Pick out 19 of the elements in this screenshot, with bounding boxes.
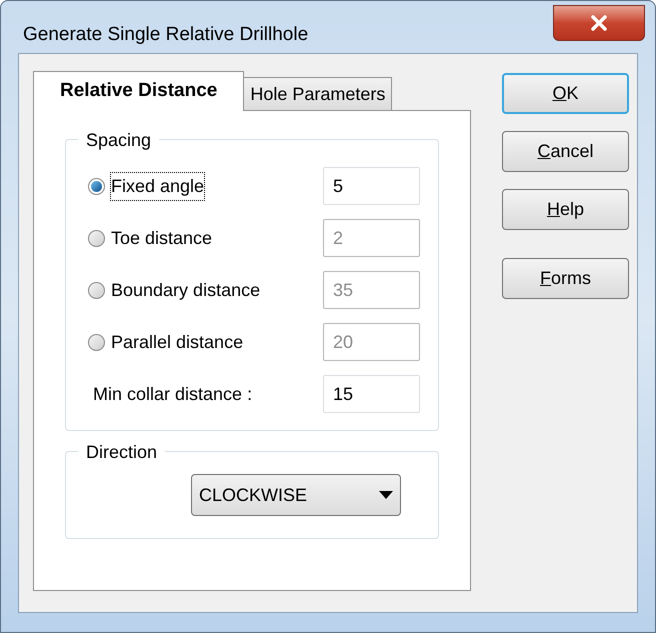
caret-icon <box>379 491 393 499</box>
radio-label: Toe distance <box>111 226 212 250</box>
tab[interactable]: Hole Parameters <box>243 77 392 111</box>
radio-label: Fixed angle <box>111 172 204 200</box>
radio-label: Boundary distance <box>111 278 260 302</box>
dialog-button[interactable]: Help <box>502 189 629 230</box>
field-label: Min collar distance : <box>93 382 252 406</box>
dialog-button[interactable]: Forms <box>502 258 629 299</box>
radio-button[interactable] <box>88 178 105 194</box>
input-field[interactable]: 5 <box>323 167 420 205</box>
window-title: Generate Single Relative Drillhole <box>23 23 308 47</box>
dialog-button[interactable]: OK <box>502 73 629 114</box>
close-icon <box>590 15 608 31</box>
radio-label: Parallel distance <box>111 330 244 354</box>
tab[interactable]: Relative Distance <box>33 71 244 111</box>
dialog-button[interactable]: Cancel <box>502 131 629 172</box>
close-button[interactable] <box>553 5 645 41</box>
input-field[interactable]: 15 <box>323 375 420 413</box>
direction-dropdown[interactable]: CLOCKWISE <box>191 474 401 516</box>
